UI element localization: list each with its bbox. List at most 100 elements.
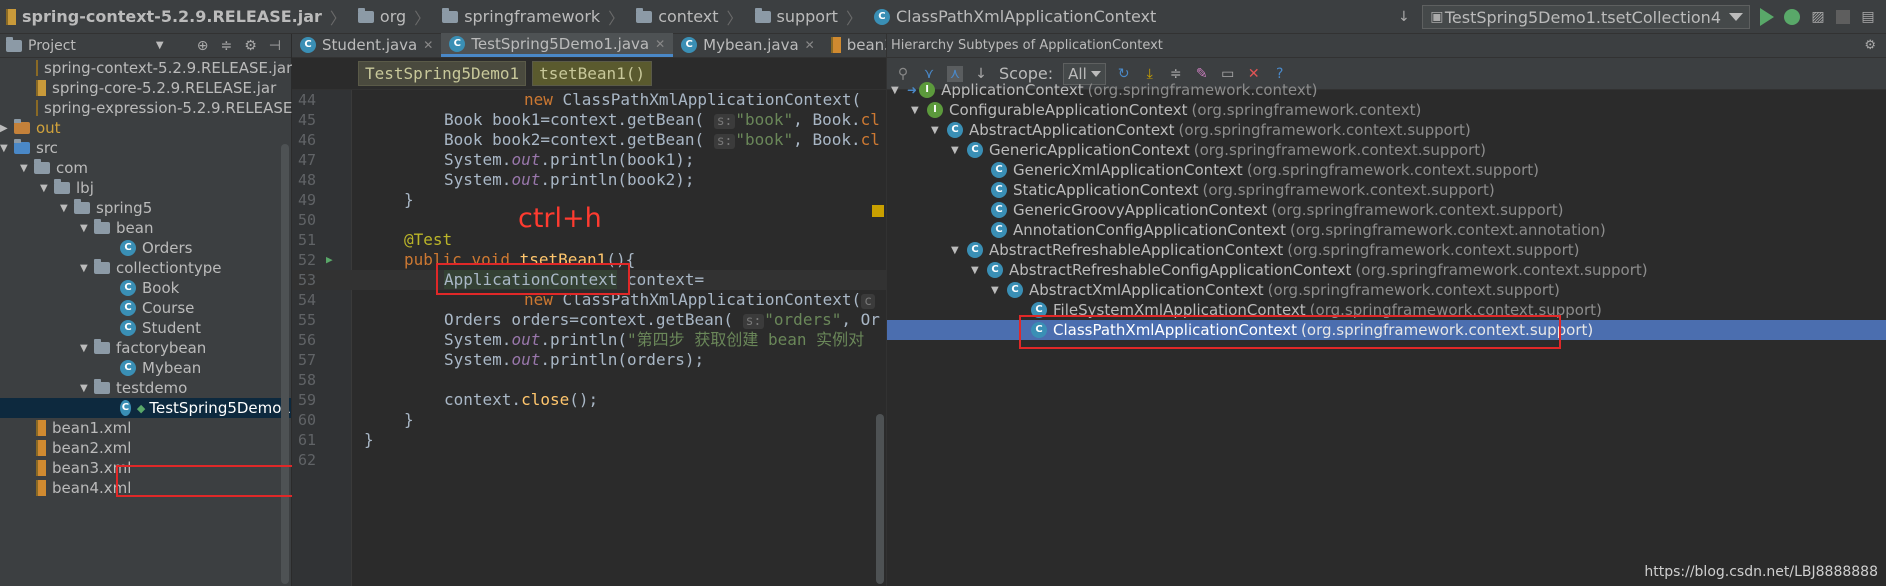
hierarchy-row[interactable]: C GenericGroovyApplicationContext (org.spr…	[887, 200, 1886, 220]
arrow-down-icon[interactable]: ↓	[1396, 9, 1412, 25]
jar-icon	[36, 60, 38, 76]
chevron-down-icon[interactable]: ▼	[20, 163, 34, 174]
tree-item-selected[interactable]: C ◆ TestSpring5Demo1	[0, 398, 291, 418]
line-number: 54	[297, 291, 316, 309]
hierarchy-row[interactable]: ▼ C AbstractRefreshableConfigApplicationCo…	[887, 260, 1886, 280]
project-scrollbar[interactable]	[281, 144, 289, 584]
line-number: 49	[297, 191, 316, 209]
tree-item[interactable]: bean2.xml	[0, 438, 291, 458]
debug-icon[interactable]	[1784, 9, 1800, 25]
line-number: 59	[297, 391, 316, 409]
chevron-down-icon[interactable]: ▼	[951, 245, 967, 256]
nav-crumb-class[interactable]: C ClassPathXmlApplicationContext	[868, 0, 1162, 34]
gear-icon[interactable]: ⚙	[1864, 38, 1886, 53]
package-icon	[754, 7, 771, 23]
hide-icon[interactable]: ⊣	[269, 38, 281, 54]
tree-item[interactable]: C Student	[0, 318, 291, 338]
run-test-icon[interactable]: ▶	[326, 250, 333, 270]
run-icon[interactable]	[1760, 8, 1774, 26]
tab-testspring5demo1[interactable]: C TestSpring5Demo1.java ✕	[441, 33, 674, 57]
tree-item[interactable]: ▼ com	[0, 158, 291, 178]
tree-item[interactable]: ▼ src	[0, 138, 291, 158]
tree-item[interactable]: ▶ out	[0, 118, 291, 138]
tree-item[interactable]: C Course	[0, 298, 291, 318]
tree-item[interactable]: ▼ testdemo	[0, 378, 291, 398]
package-icon	[357, 7, 374, 23]
close-icon[interactable]: ✕	[655, 37, 665, 51]
coverage-icon[interactable]: ▨	[1810, 9, 1826, 25]
hierarchy-row[interactable]: C StaticApplicationContext (org.springfram…	[887, 180, 1886, 200]
locate-icon[interactable]: ⊕	[197, 38, 209, 54]
tree-item[interactable]: C Mybean	[0, 358, 291, 378]
hierarchy-row[interactable]: C GenericXmlApplicationContext (org.spring…	[887, 160, 1886, 180]
tree-item[interactable]: spring-context-5.2.9.RELEASE.jar	[0, 58, 292, 78]
hierarchy-row[interactable]: C AnnotationConfigApplicationContext (org.…	[887, 220, 1886, 240]
chevron-down-icon[interactable]: ▼	[60, 203, 74, 214]
class-icon: C	[449, 35, 466, 52]
chevron-down-icon[interactable]: ▼	[156, 40, 164, 51]
hierarchy-row[interactable]: ▼ C AbstractApplicationContext (org.springf…	[887, 120, 1886, 140]
tab-mybean[interactable]: C Mybean.java ✕	[673, 33, 823, 57]
tree-item[interactable]: ▼ lbj	[0, 178, 291, 198]
code-line: System.out.println(book1);	[444, 150, 695, 169]
editor-scrollbar[interactable]	[876, 414, 884, 584]
tree-item[interactable]: ▼ collectiontype	[0, 258, 291, 278]
hierarchy-row[interactable]: ▼ C AbstractRefreshableApplicationContext(…	[887, 240, 1886, 260]
editor-panel: C Student.java ✕ C TestSpring5Demo1.java ✕ C…	[292, 33, 975, 586]
hierarchy-row[interactable]: ▼ C GenericApplicationContext (org.springfr…	[887, 140, 1886, 160]
chevron-down-icon[interactable]: ▼	[40, 183, 54, 194]
chevron-down-icon[interactable]: ▼	[891, 85, 907, 96]
tree-item[interactable]: C Book	[0, 278, 291, 298]
chevron-down-icon[interactable]: ▼	[951, 145, 967, 156]
nav-crumb-support[interactable]: support 〉	[749, 0, 868, 34]
nav-crumb-label: context	[658, 7, 719, 26]
chevron-down-icon[interactable]: ▼	[0, 143, 14, 154]
gear-icon[interactable]: ⚙	[244, 38, 257, 54]
test-class-icon: C	[120, 400, 131, 416]
line-number: 44	[297, 91, 316, 109]
hierarchy-row[interactable]: ▼ ➜ I ApplicationContext (org.springframewor…	[887, 80, 1886, 100]
package-icon	[94, 219, 110, 234]
stop-icon[interactable]	[1836, 10, 1850, 24]
chevron-down-icon[interactable]: ▼	[971, 265, 987, 276]
tree-item[interactable]: ▼ bean	[0, 218, 291, 238]
tree-item[interactable]: bean1.xml	[0, 418, 291, 438]
tree-item[interactable]: ▼ factorybean	[0, 338, 291, 358]
chevron-right-icon[interactable]: ▶	[0, 123, 14, 134]
tree-item[interactable]: spring-core-5.2.9.RELEASE.jar	[0, 78, 291, 98]
close-icon[interactable]: ✕	[805, 38, 815, 52]
breadcrumb-method[interactable]: tsetBean1()	[532, 61, 653, 86]
breadcrumb-class[interactable]: TestSpring5Demo1	[358, 61, 527, 86]
line-number: 62	[297, 451, 316, 469]
nav-crumb-context[interactable]: context 〉	[630, 0, 748, 34]
project-panel-header: Project ▼ ⊕ ≑ ⚙ ⊣	[0, 34, 291, 58]
chevron-down-icon[interactable]: ▼	[80, 343, 94, 354]
nav-crumb-label: ClassPathXmlApplicationContext	[895, 7, 1157, 26]
nav-crumb-org[interactable]: org 〉	[352, 0, 436, 34]
structure-icon[interactable]: ▤	[1860, 9, 1876, 25]
chevron-down-icon[interactable]: ▼	[80, 223, 94, 234]
chevron-down-icon[interactable]: ▼	[80, 383, 94, 394]
hierarchy-row[interactable]: ▼ C AbstractXmlApplicationContext (org.spri…	[887, 280, 1886, 300]
hierarchy-row[interactable]: ▼ I ConfigurableApplicationContext (org.spr…	[887, 100, 1886, 120]
nav-crumb-springframework[interactable]: springframework 〉	[436, 0, 630, 34]
tree-item[interactable]: C Orders	[0, 238, 291, 258]
chevron-down-icon[interactable]: ▼	[931, 125, 947, 136]
warning-marker[interactable]	[872, 205, 884, 217]
package-icon	[34, 159, 50, 174]
close-icon[interactable]: ✕	[423, 38, 433, 52]
line-number: 57	[297, 351, 316, 369]
code-line: System.out.println(orders);	[444, 350, 705, 369]
chevron-down-icon[interactable]: ▼	[80, 263, 94, 274]
tree-item[interactable]: spring-expression-5.2.9.RELEASE.jar	[0, 98, 317, 118]
chevron-down-icon[interactable]: ▼	[911, 105, 927, 116]
tree-item[interactable]: ▼ spring5	[0, 198, 291, 218]
chevron-down-icon[interactable]: ▼	[991, 285, 1007, 296]
tab-student[interactable]: C Student.java ✕	[292, 33, 441, 57]
nav-crumb-jar[interactable]: spring-context-5.2.9.RELEASE.jar 〉	[0, 0, 352, 34]
collapse-icon[interactable]: ≑	[221, 38, 233, 54]
code-area[interactable]: 44 new ClassPathXmlApplicationContext( 45…	[292, 90, 886, 586]
run-config-select[interactable]: ▣ TestSpring5Demo1.tsetCollection4	[1421, 5, 1750, 29]
highlight-box	[436, 263, 630, 295]
nav-crumb-label: org	[379, 7, 407, 26]
